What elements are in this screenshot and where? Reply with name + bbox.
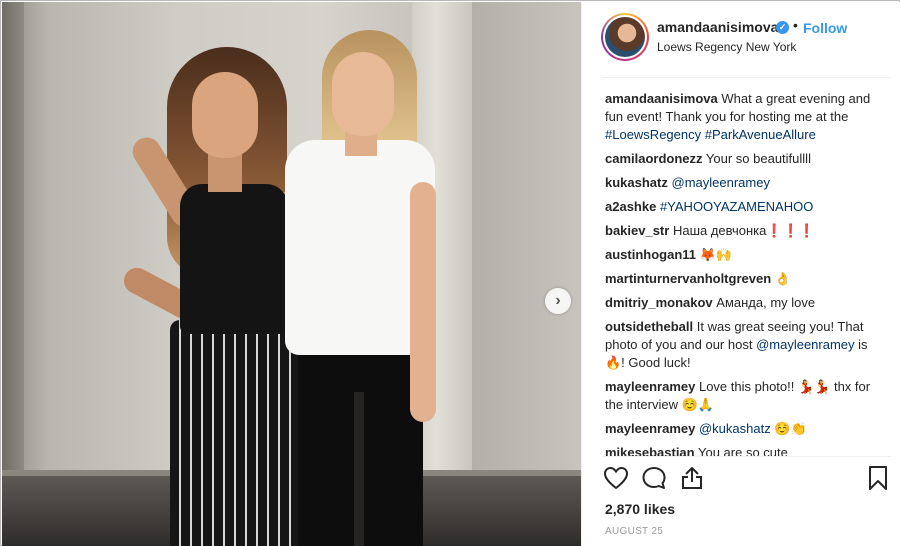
- hashtag-link[interactable]: #YAHOOYAZAMENAHOO: [660, 199, 813, 214]
- comment-text: Аманда, my love: [716, 295, 816, 310]
- comment-username[interactable]: mayleenramey: [605, 421, 695, 436]
- comment-item: martinturnervanholtgreven 👌: [605, 270, 885, 288]
- hashtag-link[interactable]: #ParkAvenueAllure: [705, 127, 816, 142]
- mention-link[interactable]: @mayleenramey: [672, 175, 770, 190]
- header-separator: •: [793, 17, 798, 33]
- comment-username[interactable]: kukashatz: [605, 175, 668, 190]
- wall-shadow: [2, 2, 24, 546]
- post-header: amandaanisimova ✓ • Follow Loews Regency…: [582, 2, 900, 78]
- comment-item: bakiev_str Наша девчонка❗️❗️❗️: [605, 222, 885, 240]
- person-left-black-top: [180, 184, 288, 334]
- comment-username[interactable]: camilaordonezz: [605, 151, 703, 166]
- comment-text: 🦊🙌: [699, 247, 733, 262]
- caption: amandaanisimova What a great evening and…: [605, 90, 885, 144]
- comment-item: camilaordonezz Your so beautifullll: [605, 150, 885, 168]
- post-modal: › amandaanisimova ✓ • Follow Loews Regen…: [0, 0, 900, 546]
- post-side-panel: amandaanisimova ✓ • Follow Loews Regency…: [581, 2, 900, 546]
- comment-username[interactable]: bakiev_str: [605, 223, 669, 238]
- comment-text: You are so cute: [698, 445, 788, 456]
- verified-badge-icon: ✓: [776, 21, 789, 34]
- person-left-neck: [208, 152, 242, 192]
- comment-item: mayleenramey Love this photo!! 💃💃 thx fo…: [605, 378, 885, 414]
- avatar-image: [605, 17, 645, 57]
- likes-count[interactable]: 2,870 likes: [605, 501, 675, 517]
- hashtag-link[interactable]: #LoewsRegency: [605, 127, 701, 142]
- comment-text: Your so beautifullll: [705, 151, 811, 166]
- person-right-face: [332, 52, 394, 136]
- comment-username[interactable]: a2ashke: [605, 199, 656, 214]
- comment-username[interactable]: outsidetheball: [605, 319, 693, 334]
- person-left-face: [192, 72, 258, 158]
- wall-panel: [472, 2, 581, 546]
- caption-username[interactable]: amandaanisimova: [605, 91, 718, 106]
- comment-text: 👌: [774, 271, 791, 286]
- comment-item: a2ashke #YAHOOYAZAMENAHOO: [605, 198, 885, 216]
- mention-link[interactable]: @mayleenramey: [756, 337, 854, 352]
- person-right-arm: [410, 182, 436, 422]
- comment-username[interactable]: mikesebastian: [605, 445, 695, 456]
- post-date[interactable]: AUGUST 25: [605, 526, 663, 537]
- follow-button[interactable]: Follow: [803, 20, 847, 36]
- comment-text: ☺️👏: [774, 421, 807, 436]
- divider: [602, 456, 891, 457]
- chevron-right-icon: ›: [555, 292, 561, 309]
- comments-list[interactable]: amandaanisimova What a great evening and…: [605, 90, 885, 456]
- comment-username[interactable]: austinhogan11: [605, 247, 696, 262]
- heart-icon[interactable]: [602, 464, 630, 492]
- bookmark-icon[interactable]: [864, 464, 892, 492]
- action-bar: [602, 464, 891, 494]
- mention-link[interactable]: @kukashatz: [699, 421, 771, 436]
- comment-item: mayleenramey @kukashatz ☺️👏: [605, 420, 885, 438]
- share-icon[interactable]: [678, 464, 706, 492]
- carousel-next-button[interactable]: ›: [545, 288, 571, 314]
- location-link[interactable]: Loews Regency New York: [657, 40, 796, 54]
- comment-item: austinhogan11 🦊🙌: [605, 246, 885, 264]
- person-left-striped-pants: [170, 320, 298, 546]
- person-right-leg-gap: [354, 392, 364, 546]
- post-photo[interactable]: ›: [2, 2, 581, 546]
- comment-username[interactable]: mayleenramey: [605, 379, 695, 394]
- comment-username[interactable]: martinturnervanholtgreven: [605, 271, 771, 286]
- comment-item: outsidetheball It was great seeing you! …: [605, 318, 885, 372]
- comment-text: Наша девчонка❗️❗️❗️: [672, 223, 815, 238]
- comment-bubble-icon[interactable]: [640, 464, 668, 492]
- header-username[interactable]: amandaanisimova: [657, 19, 778, 35]
- comment-item: dmitriy_monakov Аманда, my love: [605, 294, 885, 312]
- divider: [602, 77, 891, 78]
- comment-username[interactable]: dmitriy_monakov: [605, 295, 713, 310]
- comment-item: kukashatz @mayleenramey: [605, 174, 885, 192]
- comment-item: mikesebastian You are so cute: [605, 444, 885, 456]
- avatar[interactable]: [601, 13, 649, 61]
